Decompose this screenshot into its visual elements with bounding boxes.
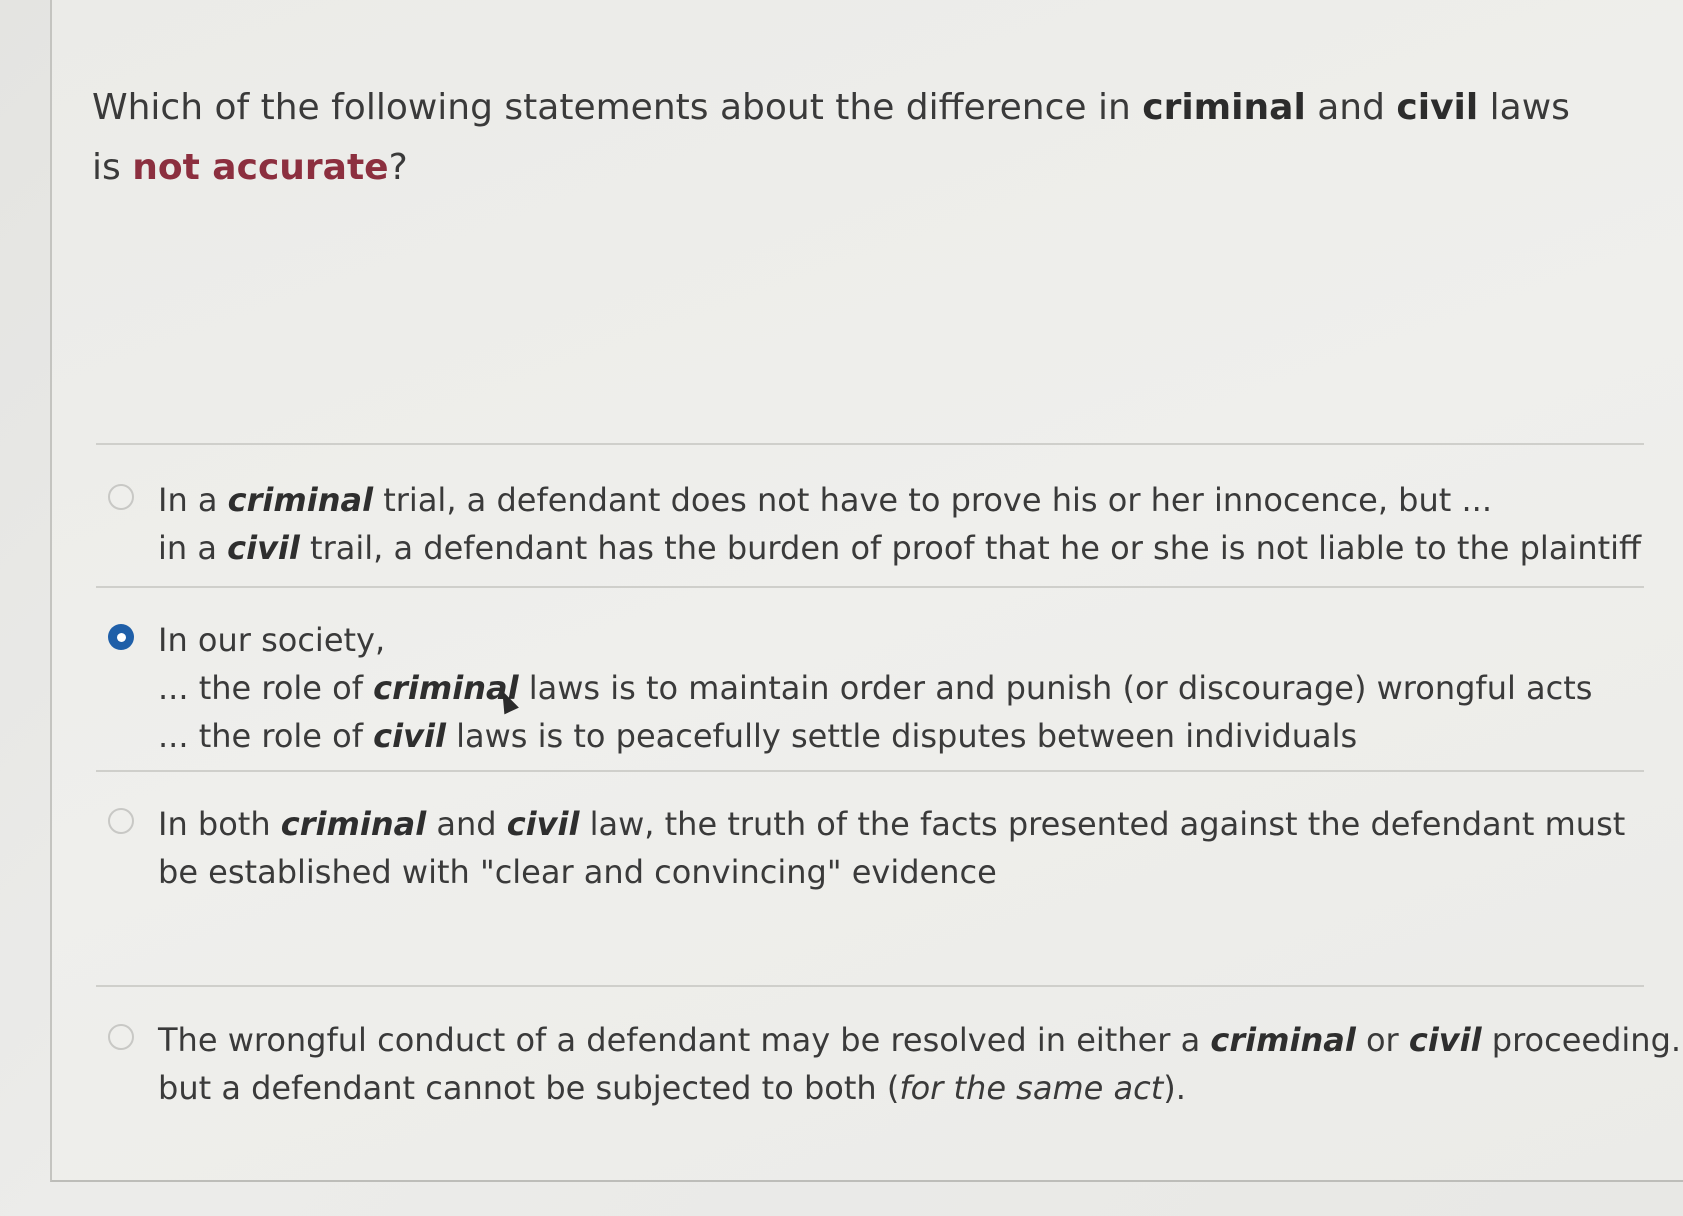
divider — [96, 443, 1644, 445]
option-3-line-1: In both criminal and civil law, the trut… — [158, 800, 1625, 848]
option-2-line-2: ... the role of criminal laws is to main… — [158, 664, 1598, 712]
text-run: or — [1355, 1021, 1409, 1059]
question-bold-criminal: criminal — [1142, 87, 1306, 128]
option-4-line-1: The wrongful conduct of a defendant may … — [158, 1016, 1683, 1064]
text-run: law, the truth of the facts presented ag… — [579, 805, 1626, 843]
question-bold-civil: civil — [1396, 87, 1479, 128]
divider — [96, 770, 1644, 772]
option-2-text[interactable]: In our society, ... the role of criminal… — [158, 616, 1598, 760]
question-mid1: and — [1305, 87, 1397, 128]
question-negation: not accurate — [132, 147, 389, 188]
emphasis-civil: civil — [227, 529, 300, 567]
emphasis-criminal: criminal — [1210, 1021, 1356, 1059]
option-1-line-2: in a civil trail, a defendant has the bu… — [158, 524, 1641, 572]
text-run: ). — [1163, 1069, 1186, 1107]
text-run: In both — [158, 805, 281, 843]
text-run: laws is to peacefully settle disputes be… — [445, 717, 1358, 755]
text-run: be established with "clear and convincin… — [158, 853, 997, 891]
divider — [96, 985, 1644, 987]
radio-button-option-2-selected[interactable] — [108, 624, 134, 650]
text-run: proceeding... — [1481, 1021, 1683, 1059]
option-3-text[interactable]: In both criminal and civil law, the trut… — [158, 800, 1625, 896]
emphasis-civil: civil — [1408, 1021, 1482, 1059]
radio-button-option-3[interactable] — [108, 808, 134, 834]
text-run: trail, a defendant has the burden of pro… — [299, 529, 1642, 567]
option-1-line-1: In a criminal trial, a defendant does no… — [158, 476, 1598, 524]
emphasis-civil: civil — [506, 805, 580, 843]
question-suffix: ? — [388, 147, 408, 188]
emphasis-criminal: criminal — [227, 481, 374, 519]
text-run: and — [426, 805, 507, 843]
emphasis-criminal: criminal — [280, 805, 427, 843]
emphasis-criminal: criminal — [373, 669, 519, 707]
option-1-text[interactable]: In a criminal trial, a defendant does no… — [158, 476, 1641, 572]
text-run: The wrongful conduct of a defendant may … — [158, 1021, 1211, 1059]
radio-button-option-1[interactable] — [108, 484, 134, 510]
text-run: laws is to maintain order and punish (or… — [518, 669, 1593, 707]
option-4-text[interactable]: The wrongful conduct of a defendant may … — [158, 1016, 1683, 1112]
emphasis-for-the-same-act: for the same act — [899, 1069, 1164, 1107]
text-run: in a — [158, 529, 228, 567]
divider — [96, 586, 1644, 588]
radio-button-option-4[interactable] — [108, 1024, 134, 1050]
text-run: but a defendant cannot be subjected to b… — [158, 1069, 900, 1107]
text-run: In a — [158, 481, 228, 519]
text-run: trial, a defendant does not have to prov… — [373, 481, 1492, 519]
screen-background: Which of the following statements about … — [0, 0, 1683, 1216]
text-run: ... the role of — [158, 717, 374, 755]
text-run: In our society, — [158, 621, 386, 659]
option-2-line-3: ... the role of civil laws is to peacefu… — [158, 712, 1598, 760]
emphasis-civil: civil — [373, 717, 446, 755]
option-3-line-2: be established with "clear and convincin… — [158, 848, 1598, 896]
option-2-line-1: In our society, — [158, 616, 1598, 664]
question-text: Which of the following statements about … — [92, 78, 1592, 198]
option-4-line-2: but a defendant cannot be subjected to b… — [158, 1064, 1598, 1112]
text-run: ... the role of — [158, 669, 374, 707]
question-prefix: Which of the following statements about … — [92, 87, 1143, 128]
